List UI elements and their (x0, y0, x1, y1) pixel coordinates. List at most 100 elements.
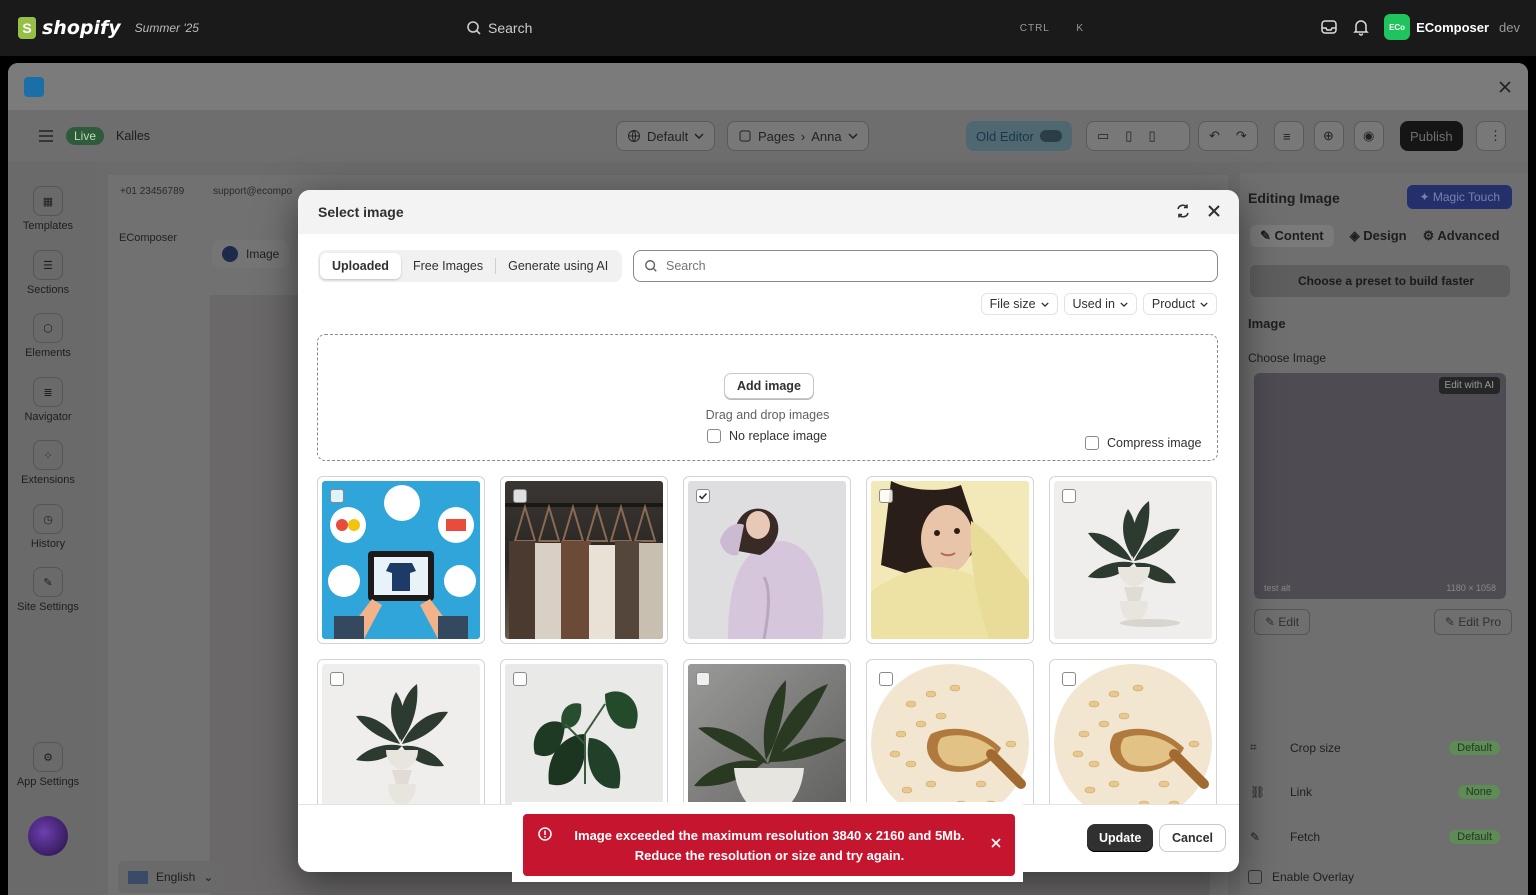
edit-button[interactable]: ✎ Edit (1254, 609, 1311, 635)
tab-free-images[interactable]: Free Images (401, 253, 495, 279)
shopify-logo[interactable]: S shopify (18, 17, 121, 39)
edit-pro-button[interactable]: ✎ Edit Pro (1433, 609, 1512, 635)
image-card[interactable] (500, 659, 668, 804)
tab-generate-ai[interactable]: Generate using AI (496, 253, 620, 279)
more-icon[interactable]: ⋮ (1476, 121, 1506, 151)
image-checkbox[interactable] (330, 672, 344, 686)
store-avatar[interactable]: ECo (1384, 14, 1411, 40)
image-checkbox-checked[interactable] (696, 489, 710, 503)
no-replace-checkbox[interactable] (707, 429, 721, 443)
image-checkbox[interactable] (513, 672, 527, 686)
global-search[interactable]: Search CTRL K (454, 12, 1084, 44)
preset-banner[interactable]: Choose a preset to build faster (1250, 265, 1510, 297)
image-checkbox[interactable] (879, 672, 893, 686)
close-app-icon[interactable] (1498, 80, 1512, 94)
image-card[interactable] (317, 659, 485, 804)
crop-size-row[interactable]: ⌗ Crop size Default (1250, 740, 1510, 755)
panel-title: Editing Image (1248, 190, 1340, 206)
link-row[interactable]: ⛓ Link None (1250, 785, 1510, 799)
image-search-input[interactable] (666, 259, 1186, 273)
publish-button[interactable]: Publish (1400, 121, 1463, 151)
sidebar-item-templates[interactable]: ▦ Templates (8, 186, 88, 232)
assistant-orb[interactable] (28, 816, 68, 856)
redo-icon[interactable]: ↷ (1236, 128, 1247, 144)
zoom-icon[interactable]: ⊕ (1314, 121, 1344, 151)
close-icon[interactable] (1207, 204, 1221, 218)
bell-icon[interactable] (1352, 18, 1370, 36)
image-card[interactable] (500, 476, 668, 644)
sidebar-item-extensions[interactable]: ⁘ Extensions (8, 440, 88, 486)
desktop-icon[interactable]: ▭ (1097, 128, 1109, 144)
template-select[interactable]: Default (616, 121, 716, 151)
image-checkbox[interactable] (330, 489, 344, 503)
inbox-icon[interactable] (1320, 18, 1338, 36)
filter-product[interactable]: Product (1142, 293, 1217, 315)
selected-element-chip[interactable]: Image (212, 240, 290, 268)
filter-used-in[interactable]: Used in (1063, 293, 1137, 315)
sidebar-item-app-settings[interactable]: ⚙ App Settings (8, 742, 88, 788)
page-select[interactable]: Pages › Anna (727, 121, 869, 151)
mobile-icon[interactable]: ▯ (1148, 128, 1155, 144)
edition-label[interactable]: Summer '25 (135, 21, 199, 35)
no-replace-option[interactable]: No replace image (707, 429, 827, 443)
menu-icon[interactable] (38, 129, 54, 143)
toast-line-2: Reduce the resolution or size and try ag… (634, 848, 905, 863)
woman-pink-hoodie-image (720, 508, 824, 639)
tablet-icon[interactable]: ▯ (1125, 128, 1132, 144)
enable-overlay-row[interactable]: Enable Overlay (1248, 870, 1508, 884)
update-button[interactable]: Update (1087, 824, 1154, 852)
no-replace-label: No replace image (729, 429, 827, 443)
image-thumbnail (871, 664, 1029, 804)
sidebar-label: Navigator (24, 411, 72, 423)
sidebar-item-site-settings[interactable]: ✎ Site Settings (8, 567, 88, 613)
settings-sliders-icon[interactable]: ≡ (1274, 121, 1304, 151)
image-card[interactable] (866, 476, 1034, 644)
image-preview[interactable]: Edit with AI test alt 1180 × 1058 (1254, 373, 1506, 599)
tab-content[interactable]: ✎ Content (1250, 225, 1334, 247)
potted-plant-gray-image (694, 680, 846, 804)
page-type-label: Pages (758, 128, 795, 144)
image-checkbox[interactable] (1062, 672, 1076, 686)
add-image-button[interactable]: Add image (724, 373, 814, 399)
edit-with-ai-button[interactable]: Edit with AI (1438, 377, 1500, 394)
image-card[interactable] (1049, 659, 1217, 804)
compress-checkbox[interactable] (1085, 436, 1099, 450)
cancel-button[interactable]: Cancel (1159, 824, 1226, 852)
image-checkbox[interactable] (879, 489, 893, 503)
tab-uploaded[interactable]: Uploaded (320, 253, 401, 279)
image-card[interactable] (683, 476, 851, 644)
toggle-switch[interactable] (1039, 130, 1062, 142)
store-name[interactable]: EComposer (1416, 20, 1489, 35)
image-card[interactable] (1049, 476, 1217, 644)
close-icon[interactable] (991, 838, 1001, 848)
image-checkbox[interactable] (1062, 489, 1076, 503)
row-label: Fetch (1290, 830, 1321, 844)
image-checkbox[interactable] (513, 489, 527, 503)
section-image-heading[interactable]: Image (1248, 316, 1286, 331)
magic-touch-button[interactable]: ✦ Magic Touch (1407, 185, 1512, 209)
image-card[interactable] (866, 659, 1034, 804)
filter-label: File size (989, 297, 1036, 311)
image-checkbox[interactable] (696, 672, 710, 686)
tab-advanced[interactable]: ⚙ Advanced (1423, 225, 1500, 247)
tab-design[interactable]: ◈ Design (1350, 225, 1407, 247)
app-header (8, 63, 1528, 110)
fetch-row[interactable]: ✎ Fetch Default (1250, 830, 1510, 844)
image-card[interactable] (683, 659, 851, 804)
refresh-icon[interactable] (1175, 203, 1191, 219)
sidebar-item-history[interactable]: ◷ History (8, 504, 88, 550)
language-selector[interactable]: English ⌄ (118, 861, 224, 893)
filter-file-size[interactable]: File size (980, 293, 1058, 315)
compress-option[interactable]: Compress image (1085, 436, 1201, 450)
sidebar-item-elements[interactable]: ⬡ Elements (8, 313, 88, 359)
uk-flag-icon (128, 870, 148, 884)
extensions-icon: ⁘ (33, 440, 63, 470)
sidebar-item-navigator[interactable]: ≣ Navigator (8, 377, 88, 423)
old-editor-toggle[interactable]: Old Editor (966, 121, 1072, 151)
overlay-checkbox[interactable] (1248, 870, 1262, 884)
preview-eye-icon[interactable]: ◉ (1354, 121, 1384, 151)
upload-dropzone[interactable]: Add image Drag and drop images No replac… (317, 334, 1218, 461)
undo-icon[interactable]: ↶ (1209, 128, 1220, 144)
image-card[interactable] (317, 476, 485, 644)
sidebar-item-sections[interactable]: ☰ Sections (8, 250, 88, 296)
